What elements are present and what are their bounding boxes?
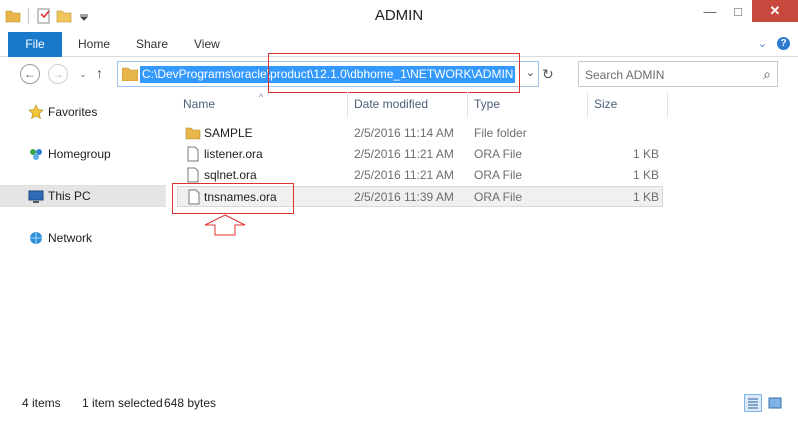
column-divider[interactable] [347, 92, 348, 118]
forward-button[interactable]: → [48, 64, 68, 84]
sidebar-item-homegroup[interactable]: Homegroup [0, 143, 166, 165]
file-name: sqlnet.ora [204, 168, 257, 182]
file-size: 1 KB [632, 147, 659, 161]
window-title: ADMIN [374, 7, 424, 24]
details-view-icon [748, 398, 758, 409]
network-icon [30, 232, 42, 244]
recent-locations-chevron-icon[interactable]: ⌄ [73, 64, 93, 84]
sort-ascending-icon: ^ [259, 92, 264, 102]
tab-share[interactable]: Share [136, 32, 168, 57]
close-button[interactable]: ✕ [752, 0, 798, 22]
file-icon [187, 146, 199, 162]
expand-ribbon-chevron-icon[interactable]: ⌄ [758, 37, 767, 50]
computer-icon [28, 190, 44, 203]
column-header-type[interactable]: Type [474, 92, 500, 118]
file-type: ORA File [474, 168, 523, 182]
homegroup-icon [30, 149, 42, 160]
maximize-button[interactable]: □ [724, 0, 752, 22]
column-header-date-modified[interactable]: Date modified [354, 92, 428, 118]
file-date: 2/5/2016 11:39 AM [354, 190, 454, 204]
sidebar-item-this-pc[interactable]: This PC [0, 185, 166, 207]
refresh-button[interactable]: ↻ [542, 66, 554, 83]
search-icon[interactable]: ⌕ [763, 66, 771, 83]
annotation-box-file [172, 183, 294, 214]
large-icons-view-button[interactable] [766, 394, 784, 412]
status-bar: 4 items 1 item selected 648 bytes [0, 389, 798, 421]
file-type: File folder [474, 126, 527, 140]
sidebar-item-label: Network [48, 231, 93, 245]
status-selected-count: 1 item selected [82, 396, 163, 410]
annotation-box-address [268, 53, 520, 93]
status-selected-size: 648 bytes [164, 396, 217, 410]
column-divider[interactable] [467, 92, 468, 118]
search-placeholder[interactable]: Search ADMIN [585, 68, 664, 82]
file-row[interactable]: listener.ora 2/5/2016 11:21 AM ORA File … [177, 144, 663, 165]
window-controls: — □ ✕ [696, 0, 798, 22]
tab-view[interactable]: View [194, 32, 220, 57]
file-icon [187, 167, 199, 183]
column-divider[interactable] [667, 92, 668, 118]
large-icons-view-icon [768, 397, 782, 409]
sidebar-item-label: Homegroup [48, 147, 111, 161]
up-button[interactable]: ↑ [96, 65, 103, 81]
help-icon[interactable]: ? [777, 37, 790, 50]
back-button[interactable]: ← [20, 64, 40, 84]
file-date: 2/5/2016 11:21 AM [354, 147, 454, 161]
file-size: 1 KB [632, 190, 659, 204]
details-view-button[interactable] [744, 394, 762, 412]
sidebar-item-label: Favorites [48, 105, 98, 119]
sidebar-item-label: This PC [48, 189, 91, 203]
navigation-pane: Favorites Homegroup This PC Network [0, 92, 166, 389]
address-dropdown-icon[interactable]: ⌄ [526, 66, 535, 79]
column-header-size[interactable]: Size [594, 92, 617, 118]
file-date: 2/5/2016 11:14 AM [354, 126, 454, 140]
column-divider[interactable] [587, 92, 588, 118]
folder-icon [185, 127, 201, 140]
annotation-arrow-icon [204, 214, 246, 236]
file-date: 2/5/2016 11:21 AM [354, 168, 454, 182]
search-box[interactable]: Search ADMIN ⌕ [578, 61, 778, 87]
file-name: listener.ora [204, 147, 263, 161]
minimize-button[interactable]: — [696, 0, 724, 22]
title-bar: ADMIN — □ ✕ [0, 0, 798, 32]
folder-icon [122, 67, 138, 81]
file-row[interactable]: SAMPLE 2/5/2016 11:14 AM File folder [177, 123, 663, 144]
status-item-count: 4 items [22, 396, 61, 410]
tab-file[interactable]: File [8, 32, 62, 57]
tab-home[interactable]: Home [78, 32, 110, 57]
star-icon [28, 104, 44, 120]
ribbon-help-area: ⌄ ? [758, 37, 790, 50]
file-size: 1 KB [632, 168, 659, 182]
sidebar-item-network[interactable]: Network [0, 227, 166, 249]
sidebar-item-favorites[interactable]: Favorites [0, 101, 166, 123]
file-type: ORA File [474, 190, 523, 204]
column-header-name[interactable]: Name [183, 92, 215, 118]
file-name: SAMPLE [204, 126, 253, 140]
file-type: ORA File [474, 147, 523, 161]
